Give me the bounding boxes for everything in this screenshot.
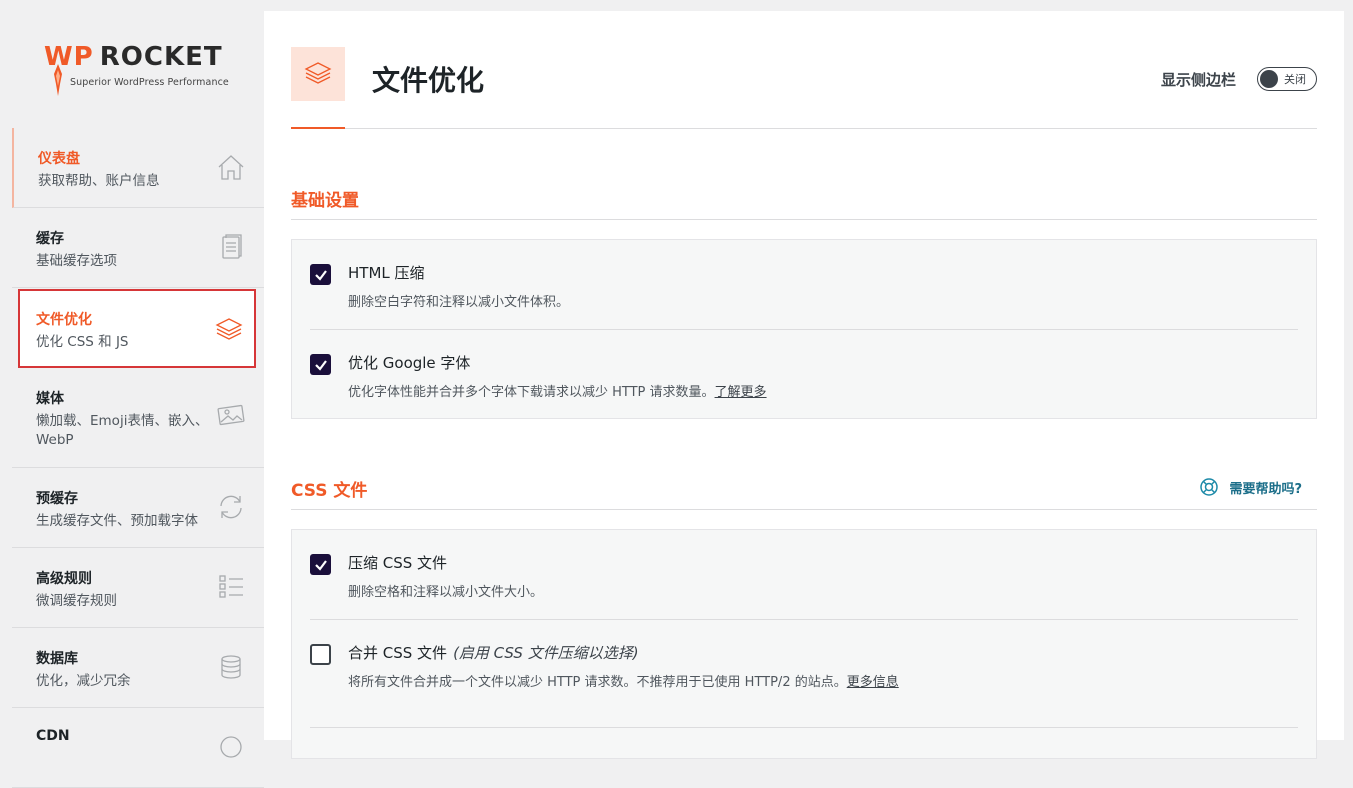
option-html-minify: HTML 压缩 删除空白字符和注释以减小文件体积。 — [292, 240, 1316, 329]
option-description: 将所有文件合并成一个文件以减少 HTTP 请求数。不推荐用于已使用 HTTP/2… — [348, 675, 899, 690]
nav-item-cache[interactable]: 缓存 基础缓存选项 — [12, 208, 264, 288]
option-label: HTML 压缩 — [348, 264, 425, 282]
option-next — [310, 727, 1298, 757]
checkmark-icon — [314, 359, 327, 371]
nav-item-subtitle: 获取帮助、账户信息 — [38, 173, 160, 189]
section-title-css: CSS 文件 — [291, 481, 368, 501]
option-combine-css: 合并 CSS 文件 (启用 CSS 文件压缩以选择) 将所有文件合并成一个文件以减… — [310, 619, 1298, 727]
checkmark-icon — [314, 269, 327, 281]
toggle-knob — [1260, 70, 1278, 88]
sidebar: WP ROCKET Superior WordPress Performance … — [0, 0, 264, 788]
nav-item-subtitle: 基础缓存选项 — [36, 253, 117, 269]
option-label: 压缩 CSS 文件 — [348, 554, 448, 572]
section-divider — [291, 509, 1317, 510]
option-description: 优化字体性能并合并多个字体下载请求以减少 HTTP 请求数量。了解更多 — [348, 385, 767, 400]
nav-item-subtitle: 微调缓存规则 — [36, 593, 117, 609]
wp-rocket-logo[interactable]: WP ROCKET Superior WordPress Performance — [44, 42, 234, 102]
header-divider — [291, 128, 1317, 129]
settings-nav: 仪表盘 获取帮助、账户信息 缓存 基础缓存选项 文件优化 优化 CSS 和 JS… — [12, 128, 264, 788]
nav-item-dashboard[interactable]: 仪表盘 获取帮助、账户信息 — [12, 128, 264, 208]
nav-item-subtitle: 优化 CSS 和 JS — [36, 334, 129, 350]
page-title: 文件优化 — [372, 64, 485, 97]
option-google-fonts: 优化 Google 字体 优化字体性能并合并多个字体下载请求以减少 HTTP 请… — [310, 329, 1298, 418]
main-panel: 文件优化 显示侧边栏 关闭 基础设置 HTML 压缩 删除空白字符和注释以减小文… — [264, 11, 1344, 759]
option-label: 优化 Google 字体 — [348, 354, 471, 372]
google-fonts-checkbox[interactable] — [310, 354, 331, 375]
nav-item-preload[interactable]: 预缓存 生成缓存文件、预加载字体 — [12, 468, 264, 548]
checkmark-icon — [314, 559, 327, 571]
combine-css-checkbox[interactable] — [310, 644, 331, 665]
nav-item-database[interactable]: 数据库 优化，减少冗余 — [12, 628, 264, 708]
page-icon — [291, 47, 345, 101]
section-title-basic: 基础设置 — [291, 191, 359, 211]
layers-icon — [215, 318, 243, 340]
database-icon — [221, 655, 241, 679]
option-description: 删除空格和注释以减小文件大小。 — [348, 585, 544, 600]
logo-wordmark: WP ROCKET — [44, 42, 223, 72]
home-icon — [218, 155, 244, 180]
need-help-label: 需要帮助吗? — [1229, 481, 1302, 497]
nav-item-advanced-rules[interactable]: 高级规则 微调缓存规则 — [12, 548, 264, 628]
option-hint: (启用 CSS 文件压缩以选择) — [453, 644, 639, 662]
layers-icon — [304, 62, 332, 84]
document-icon — [222, 234, 242, 259]
nav-item-file-optimization[interactable]: 文件优化 优化 CSS 和 JS — [18, 289, 256, 368]
image-icon — [217, 404, 245, 426]
show-sidebar-label: 显示侧边栏 — [1160, 71, 1236, 89]
globe-icon — [220, 736, 242, 758]
option-description: 删除空白字符和注释以减小文件体积。 — [348, 295, 570, 310]
page-icon-underline — [291, 127, 345, 129]
option-minify-css: 压缩 CSS 文件 删除空格和注释以减小文件大小。 — [292, 530, 1316, 619]
nav-item-cdn[interactable]: CDN — [12, 708, 264, 788]
nav-item-subtitle: 优化，减少冗余 — [36, 673, 131, 689]
learn-more-link[interactable]: 了解更多 — [715, 385, 767, 400]
nav-item-subtitle: 懒加载、Emoji表情、嵌入、WebP — [36, 413, 209, 448]
more-info-link[interactable]: 更多信息 — [847, 675, 899, 690]
refresh-icon — [220, 495, 242, 519]
nav-item-subtitle: 生成缓存文件、预加载字体 — [36, 513, 198, 529]
rocket-flame-icon — [54, 64, 62, 96]
list-icon — [219, 575, 243, 598]
show-sidebar-toggle[interactable]: 关闭 — [1257, 67, 1317, 91]
section-divider — [291, 219, 1317, 220]
need-help-link[interactable]: 需要帮助吗? — [1199, 477, 1302, 497]
nav-item-media[interactable]: 媒体 懒加载、Emoji表情、嵌入、WebP — [12, 368, 264, 468]
minify-css-checkbox[interactable] — [310, 554, 331, 575]
logo-tagline: Superior WordPress Performance — [70, 77, 229, 88]
css-files-card: 压缩 CSS 文件 删除空格和注释以减小文件大小。 合并 CSS 文件 (启用 C… — [291, 529, 1317, 759]
toggle-state-label: 关闭 — [1284, 73, 1306, 86]
option-label: 合并 CSS 文件 (启用 CSS 文件压缩以选择) — [348, 644, 639, 662]
lifebuoy-icon — [1200, 478, 1219, 496]
basic-settings-card: HTML 压缩 删除空白字符和注释以减小文件体积。 优化 Google 字体 优… — [291, 239, 1317, 419]
html-minify-checkbox[interactable] — [310, 264, 331, 285]
